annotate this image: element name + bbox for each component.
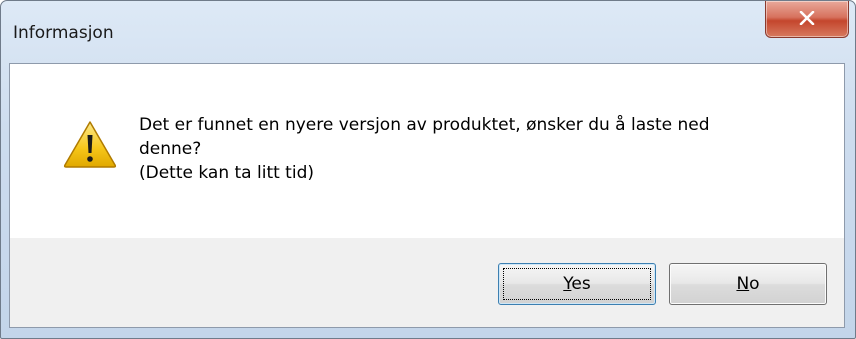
warning-icon xyxy=(63,121,117,168)
message-area: Det er funnet en nyere versjon av produk… xyxy=(10,64,844,238)
message-line: denne? xyxy=(139,139,202,159)
button-bar: Yes No xyxy=(10,238,844,327)
yes-label-rest: es xyxy=(571,274,591,294)
message-line: (Dette kan ta litt tid) xyxy=(139,163,314,183)
window-title: Informasjon xyxy=(13,23,114,43)
close-button[interactable] xyxy=(765,1,849,38)
message-line: Det er funnet en nyere versjon av produk… xyxy=(139,115,710,135)
yes-button[interactable]: Yes xyxy=(498,263,656,305)
dialog-client-area: Det er funnet en nyere versjon av produk… xyxy=(9,63,845,328)
close-icon xyxy=(799,11,815,25)
no-label-rest: o xyxy=(749,274,760,294)
title-bar[interactable]: Informasjon xyxy=(1,1,855,63)
dialog-window: Informasjon Det er funnet en nyere versj… xyxy=(0,0,856,339)
no-mnemonic: N xyxy=(736,274,750,294)
no-button[interactable]: No xyxy=(669,263,827,305)
message-text: Det er funnet en nyere versjon av produk… xyxy=(139,113,799,185)
